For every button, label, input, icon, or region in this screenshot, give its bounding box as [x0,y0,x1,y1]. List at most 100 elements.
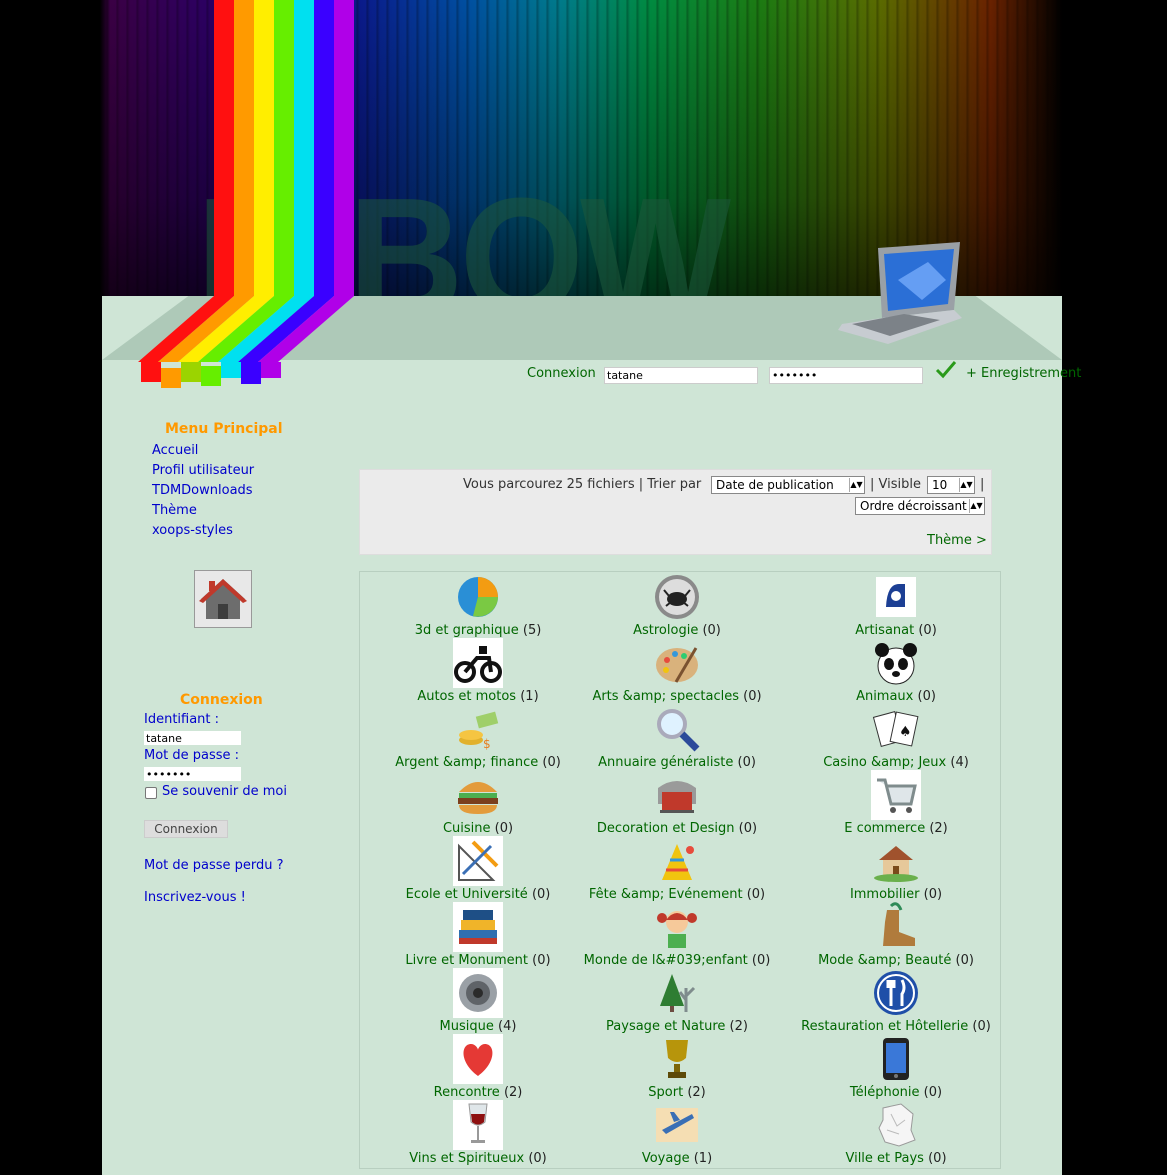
sort-by-select[interactable]: Date de publication ▲▼ [711,476,865,494]
playing-cards-icon[interactable]: ♠ [871,704,921,754]
palette-icon[interactable] [652,638,702,688]
trophy-icon[interactable] [652,1034,702,1084]
category-item[interactable]: Monde de l&#039;enfant (0) [567,902,787,968]
category-label[interactable]: Immobilier (0) [766,887,1026,902]
category-name[interactable]: E commerce [844,821,925,836]
category-label[interactable]: Animaux (0) [766,689,1026,704]
category-item[interactable]: Annuaire généraliste (0) [567,704,787,770]
category-item[interactable]: Paysage et Nature (2) [567,968,787,1034]
category-item[interactable]: Animaux (0) [786,638,1006,704]
order-select[interactable]: Ordre décroissant ▲▼ [855,497,985,515]
menu-item-tdmdownloads[interactable]: TDMDownloads [152,483,253,498]
category-name[interactable]: 3d et graphique [415,623,519,638]
category-item[interactable]: Sport (2) [567,1034,787,1100]
category-name[interactable]: Fête &amp; Evénement [589,887,743,902]
category-item[interactable]: Arts &amp; spectacles (0) [567,638,787,704]
category-name[interactable]: Sport [648,1085,683,1100]
wine-glass-icon[interactable] [453,1100,503,1150]
category-item[interactable]: E commerce (2) [786,770,1006,836]
design-chair-icon[interactable] [652,770,702,820]
category-item[interactable]: Voyage (1) [567,1100,787,1166]
register-now-link[interactable]: Inscrivez-vous ! [144,890,246,905]
party-icon[interactable] [652,836,702,886]
menu-item-profil[interactable]: Profil utilisateur [152,463,254,478]
visible-count-select[interactable]: 10 ▲▼ [927,476,975,494]
username-field[interactable] [144,731,241,745]
login-submit-button[interactable]: Connexion [144,820,228,838]
home-button[interactable] [194,570,252,628]
category-name[interactable]: Arts &amp; spectacles [592,689,739,704]
category-name[interactable]: Casino &amp; Jeux [823,755,946,770]
magnifier-icon[interactable] [652,704,702,754]
category-name[interactable]: Restauration et Hôtellerie [801,1019,968,1034]
menu-item-theme[interactable]: Thème [152,503,197,518]
france-map-icon[interactable] [871,1100,921,1150]
category-name[interactable]: Decoration et Design [597,821,735,836]
lost-password-link[interactable]: Mot de passe perdu ? [144,858,284,873]
category-name[interactable]: Cuisine [443,821,491,836]
panda-icon[interactable] [871,638,921,688]
category-name[interactable]: Rencontre [434,1085,500,1100]
category-label[interactable]: Casino &amp; Jeux (4) [766,755,1026,770]
menu-item-xoops-styles[interactable]: xoops-styles [152,523,233,538]
category-name[interactable]: Musique [440,1019,494,1034]
burger-icon[interactable] [453,770,503,820]
theme-nav-link[interactable]: Thème > [927,533,987,548]
category-label[interactable]: E commerce (2) [766,821,1026,836]
motorcycle-icon[interactable] [453,638,503,688]
category-item[interactable]: ♠ Casino &amp; Jeux (4) [786,704,1006,770]
register-link[interactable]: + Enregistrement [966,366,1081,381]
artisan-logo-icon[interactable] [871,572,921,622]
category-label[interactable]: Restauration et Hôtellerie (0) [766,1019,1026,1034]
remember-me-checkbox[interactable] [145,787,157,799]
house-icon[interactable] [871,836,921,886]
category-name[interactable]: Paysage et Nature [606,1019,725,1034]
category-name[interactable]: Livre et Monument [405,953,528,968]
tree-icon[interactable] [652,968,702,1018]
category-item[interactable]: Artisanat (0) [786,572,1006,638]
category-name[interactable]: Astrologie [633,623,698,638]
category-name[interactable]: Ecole et Université [406,887,528,902]
crab-zodiac-icon[interactable] [652,572,702,622]
top-username-input[interactable] [604,367,758,384]
category-label[interactable]: Mode &amp; Beauté (0) [766,953,1026,968]
category-item[interactable]: Téléphonie (0) [786,1034,1006,1100]
child-icon[interactable] [652,902,702,952]
menu-item-accueil[interactable]: Accueil [152,443,198,458]
category-label[interactable]: Artisanat (0) [766,623,1026,638]
smartphone-icon[interactable] [871,1034,921,1084]
category-name[interactable]: Animaux [856,689,913,704]
category-item[interactable]: Ville et Pays (0) [786,1100,1006,1166]
category-item[interactable]: Mode &amp; Beauté (0) [786,902,1006,968]
shopping-cart-icon[interactable] [871,770,921,820]
pie-chart-icon[interactable] [453,572,503,622]
category-name[interactable]: Téléphonie [850,1085,920,1100]
checkmark-submit-icon[interactable] [935,360,957,380]
heart-icon[interactable] [453,1034,503,1084]
books-icon[interactable] [453,902,503,952]
category-name[interactable]: Monde de l&#039;enfant [584,953,748,968]
category-label[interactable]: Téléphonie (0) [766,1085,1026,1100]
category-name[interactable]: Annuaire généraliste [598,755,733,770]
category-name[interactable]: Mode &amp; Beauté [818,953,951,968]
category-name[interactable]: Ville et Pays [845,1151,924,1166]
category-item[interactable]: Decoration et Design (0) [567,770,787,836]
category-item[interactable]: Fête &amp; Evénement (0) [567,836,787,902]
category-item[interactable]: Restauration et Hôtellerie (0) [786,968,1006,1034]
category-item[interactable]: Astrologie (0) [567,572,787,638]
category-name[interactable]: Voyage [642,1151,690,1166]
remember-me-label[interactable]: Se souvenir de moi [162,784,287,799]
boot-icon[interactable] [871,902,921,952]
speaker-icon[interactable] [453,968,503,1018]
category-item[interactable]: Immobilier (0) [786,836,1006,902]
password-field[interactable] [144,767,241,781]
category-name[interactable]: Artisanat [855,623,914,638]
drafting-tools-icon[interactable] [453,836,503,886]
restaurant-icon[interactable] [871,968,921,1018]
airplane-map-icon[interactable] [652,1100,702,1150]
category-name[interactable]: Autos et motos [417,689,516,704]
money-icon[interactable]: $ [453,704,503,754]
category-name[interactable]: Argent &amp; finance [395,755,538,770]
category-label[interactable]: Ville et Pays (0) [766,1151,1026,1166]
category-name[interactable]: Vins et Spiritueux [409,1151,524,1166]
